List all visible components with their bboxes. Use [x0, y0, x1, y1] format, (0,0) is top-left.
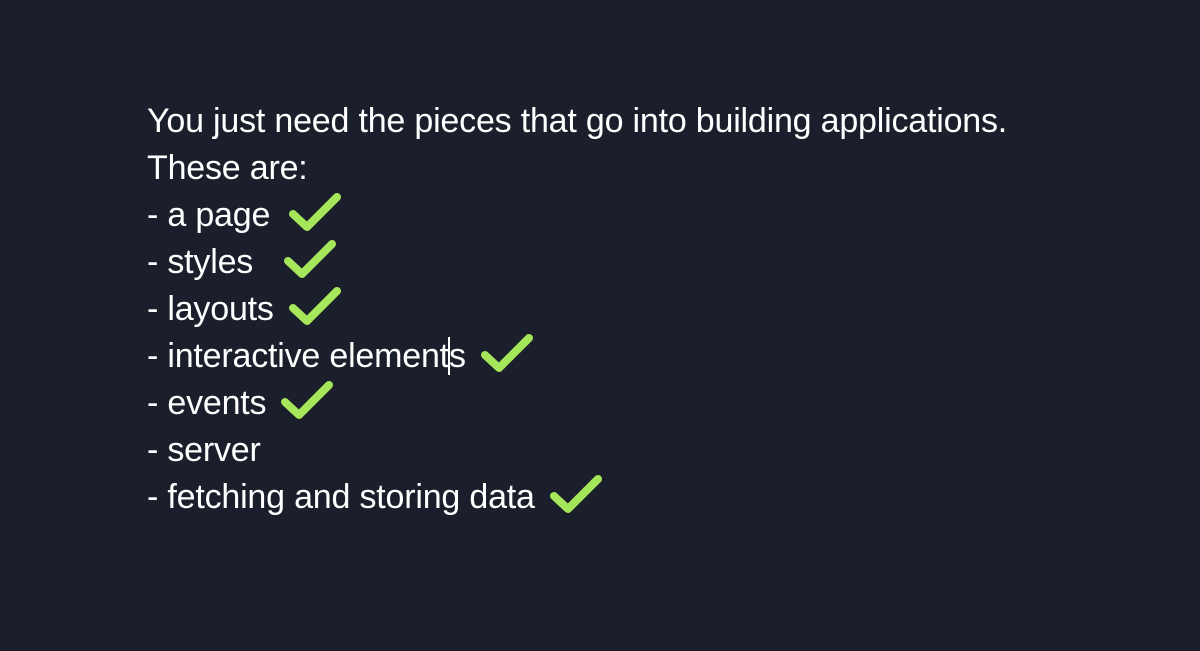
- subtitle-line: These are:: [147, 145, 1147, 192]
- list-item: - interactive element s: [147, 333, 1147, 380]
- list-item: - styles: [147, 239, 1147, 286]
- list-item: - a page: [147, 192, 1147, 239]
- subtitle-text: These are:: [147, 149, 308, 187]
- intro-line: You just need the pieces that go into bu…: [147, 98, 1147, 145]
- list-item: - events: [147, 380, 1147, 427]
- intro-text: You just need the pieces that go into bu…: [147, 102, 1008, 140]
- checkmark-icon: [480, 331, 534, 375]
- list-item-label: - a page: [147, 196, 271, 234]
- list-item-label-after-caret: s: [448, 337, 466, 375]
- list-item-label-before-caret: - interactive element: [147, 337, 449, 375]
- list-item: - server: [147, 427, 1147, 474]
- list-item-label: - layouts: [147, 290, 274, 328]
- slide-content: You just need the pieces that go into bu…: [147, 98, 1147, 521]
- list-item-label: - events: [147, 384, 267, 422]
- list-item-label: - fetching and storing data: [147, 478, 535, 516]
- checkmark-icon: [280, 378, 334, 422]
- checkmark-icon: [288, 190, 342, 234]
- list-item: - fetching and storing data: [147, 474, 1147, 521]
- checkmark-icon: [549, 472, 603, 516]
- checkmark-icon: [288, 284, 342, 328]
- text-caret: [448, 336, 450, 375]
- list-item-label: - styles: [147, 243, 254, 281]
- list-item: - layouts: [147, 286, 1147, 333]
- checkmark-icon: [283, 237, 337, 281]
- list-item-label: - server: [147, 431, 261, 469]
